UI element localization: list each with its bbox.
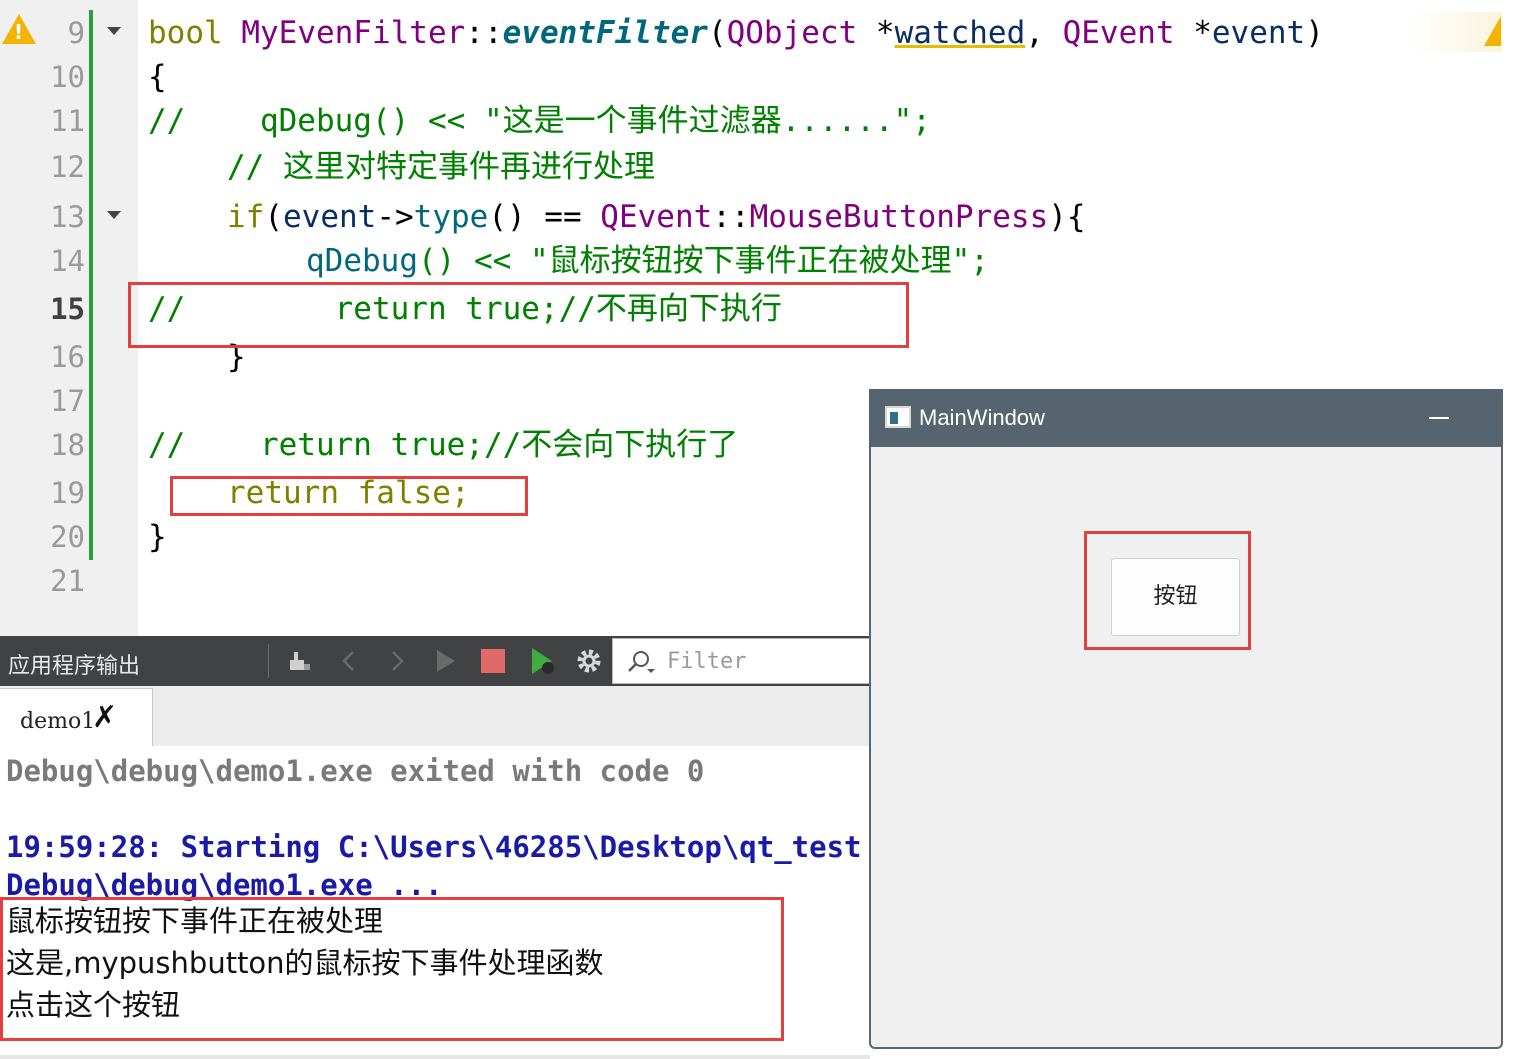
- code-text: }: [148, 519, 167, 555]
- param-watched: watched: [894, 15, 1026, 51]
- app-window-icon: [885, 406, 911, 428]
- class-name: QEvent: [600, 199, 713, 235]
- code-line-13: 13 if(event->type() == QEvent::MouseButt…: [0, 195, 1500, 239]
- code-text: {: [148, 59, 167, 95]
- minimize-icon[interactable]: [1429, 417, 1449, 419]
- pointer-star: *: [857, 15, 895, 51]
- debug-run-icon[interactable]: [528, 646, 558, 676]
- code-line-10: 10 {: [0, 55, 1500, 99]
- line-number: 13: [50, 200, 85, 234]
- string-literal: () << "鼠标按钮按下事件正在被处理";: [417, 243, 989, 279]
- arrow-operator: ->: [376, 199, 414, 235]
- search-icon: [628, 651, 655, 673]
- run-icon[interactable]: [430, 646, 460, 676]
- line-number: 12: [50, 150, 85, 184]
- settings-gear-icon[interactable]: [574, 646, 604, 676]
- paren-open: (: [264, 199, 283, 235]
- output-line: Debug\debug\demo1.exe exited with code 0: [6, 754, 705, 788]
- pointer-star: *: [1174, 15, 1212, 51]
- comment-rest: () << "这是一个事件过滤器......";: [371, 103, 931, 139]
- fold-arrow-icon[interactable]: [107, 211, 121, 219]
- enum-value: MouseButtonPress: [749, 199, 1049, 235]
- code-line-11: 11 // qDebug() << "这是一个事件过滤器......";: [0, 99, 1500, 143]
- line-number: 21: [50, 564, 85, 598]
- paren-close: ): [1305, 15, 1324, 51]
- highlight-box-output: [0, 897, 784, 1041]
- code-text: qDebug() << "鼠标按钮按下事件正在被处理";: [306, 239, 989, 283]
- next-item-icon[interactable]: [382, 646, 412, 676]
- highlight-box-return-false: [170, 476, 528, 516]
- window-title: MainWindow: [919, 405, 1045, 430]
- param-type: QObject: [726, 15, 858, 51]
- scope-operator: ::: [712, 199, 750, 235]
- variable: event: [283, 199, 377, 235]
- line-number: 18: [50, 428, 85, 462]
- clear-output-icon[interactable]: [284, 646, 314, 676]
- stop-icon[interactable]: [478, 646, 508, 676]
- scope-operator: ::: [465, 15, 503, 51]
- code-line-14: 14 qDebug() << "鼠标按钮按下事件正在被处理";: [0, 239, 1500, 283]
- panel-bottom-border: [0, 1055, 870, 1059]
- line-number: 20: [50, 520, 85, 554]
- line-number: 16: [50, 340, 85, 374]
- paren-close: ){: [1048, 199, 1086, 235]
- highlight-box-button: [1084, 531, 1251, 650]
- comma: ,: [1025, 15, 1063, 51]
- line-number-current: 15: [50, 292, 85, 326]
- keyword: if: [227, 199, 265, 235]
- close-icon[interactable]: ✗: [92, 703, 117, 733]
- paren-open: (: [707, 15, 727, 51]
- output-line: 19:59:28: Starting C:\Users\46285\Deskto…: [6, 830, 862, 864]
- filter-input[interactable]: Filter: [612, 638, 870, 684]
- function-call: qDebug: [306, 243, 418, 279]
- line-number: 10: [50, 60, 85, 94]
- highlight-box-return-true: [128, 282, 909, 348]
- method-call: type: [413, 199, 489, 235]
- param-event: event: [1211, 15, 1306, 51]
- filter-placeholder: Filter: [667, 649, 747, 674]
- code-line-9: 9 bool MyEvenFilter::eventFilter(QObject…: [0, 11, 1500, 55]
- comment-marker: //: [148, 103, 186, 139]
- output-tab-bar: demo1 ✗: [0, 686, 870, 749]
- code-line-12: 12 // 这里对特定事件再进行处理: [0, 145, 1500, 189]
- function-name: eventFilter: [502, 15, 708, 51]
- code-text: // return true;//不会向下执行了: [148, 427, 739, 463]
- output-panel-title: 应用程序输出: [8, 654, 141, 679]
- line-number: 14: [50, 244, 85, 278]
- code-text: // qDebug() << "这是一个事件过滤器......";: [148, 99, 931, 143]
- output-content[interactable]: Debug\debug\demo1.exe exited with code 0…: [0, 746, 870, 1059]
- previous-item-icon[interactable]: [334, 646, 364, 676]
- line-number: 9: [67, 16, 85, 50]
- main-window: [869, 389, 1503, 1049]
- code-text: if(event->type() == QEvent::MouseButtonP…: [227, 195, 1086, 239]
- output-panel-toolbar: 应用程序输出 Filter: [0, 636, 870, 686]
- code-text: bool MyEvenFilter::eventFilter(QObject *…: [148, 11, 1324, 55]
- class-name: MyEvenFilter: [241, 15, 466, 51]
- main-window-titlebar[interactable]: MainWindow: [869, 389, 1503, 447]
- comment-call: qDebug: [259, 103, 372, 139]
- toolbar-separator: [268, 644, 269, 678]
- line-number: 17: [50, 384, 85, 418]
- operator-text: () ==: [488, 199, 601, 235]
- line-number: 19: [50, 476, 85, 510]
- tab-demo1[interactable]: demo1 ✗: [0, 688, 153, 749]
- code-text: // 这里对特定事件再进行处理: [227, 149, 655, 185]
- app-window-icon-detail: [890, 412, 898, 424]
- param-type: QEvent: [1062, 15, 1175, 51]
- tab-label: demo1: [20, 709, 96, 734]
- line-number: 11: [50, 104, 85, 138]
- keyword: bool: [148, 15, 223, 51]
- fold-arrow-icon[interactable]: [107, 27, 121, 35]
